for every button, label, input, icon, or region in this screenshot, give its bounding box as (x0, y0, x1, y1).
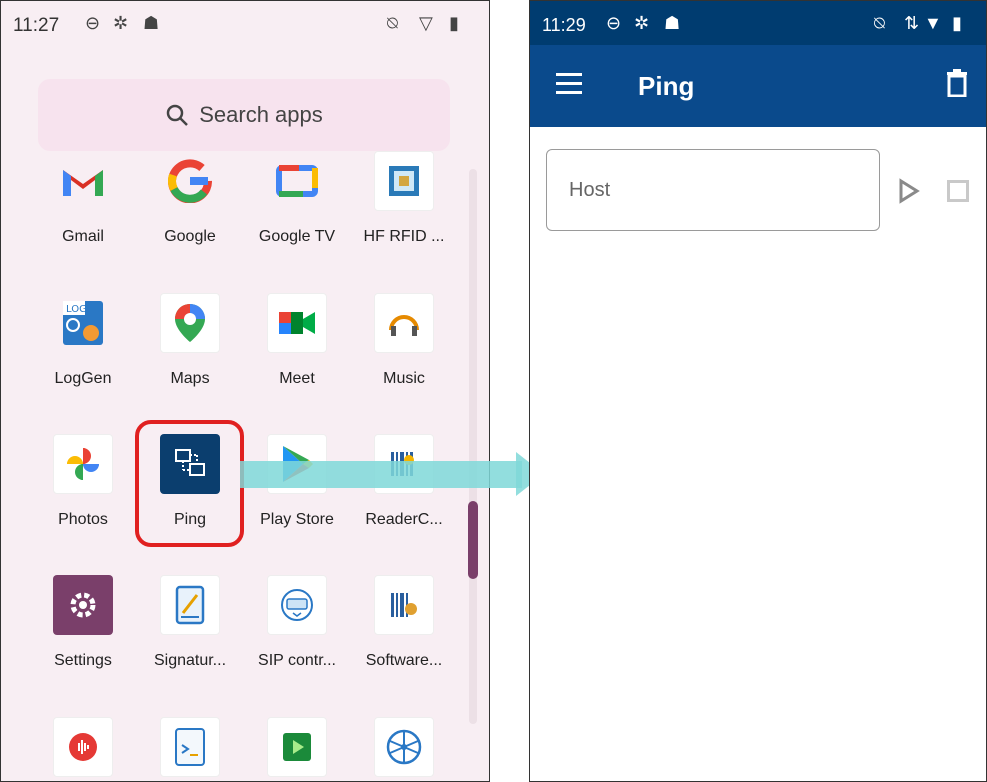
app-label: Google TV (258, 228, 336, 245)
delete-icon[interactable] (946, 69, 968, 97)
app-google-tv[interactable]: Google TV (237, 151, 357, 246)
search-apps-placeholder: Search apps (199, 102, 323, 127)
status-bar: 11:27 ⊖ ✲ ☗ ⍉ ▽ ▮ (1, 1, 489, 45)
app-label: Settings (54, 652, 112, 669)
status-time: 11:29 (542, 15, 586, 35)
battery-icon: ▮ (952, 13, 962, 33)
app-signature[interactable]: Signatur... (130, 575, 250, 670)
status-bar: 11:29 ⊖ ✲ ☗ ⍉ ⇅ ▼ ▮ (530, 1, 986, 45)
app-network-globe[interactable] (344, 717, 464, 777)
app-photos[interactable]: Photos (23, 434, 143, 529)
app-label: HF RFID ... (363, 228, 445, 245)
loggen-icon: LOG (53, 293, 113, 353)
sync-icon: ⊖ (85, 13, 101, 33)
app-media-player[interactable] (237, 717, 357, 777)
keyboard-icon (267, 575, 327, 635)
search-apps-bar[interactable]: Search apps (38, 79, 450, 151)
app-label: Music (383, 370, 425, 387)
menu-icon[interactable] (556, 73, 582, 95)
app-label: Signatur... (153, 652, 227, 669)
app-audio[interactable] (23, 717, 143, 777)
app-settings[interactable]: Settings (23, 575, 143, 670)
app-label: Photos (58, 511, 108, 528)
gear-icon: ✲ (113, 13, 129, 33)
app-terminal[interactable] (130, 717, 250, 777)
audio-wave-icon (53, 717, 113, 777)
software-barcode-icon (374, 575, 434, 635)
launcher-screen: 11:27 ⊖ ✲ ☗ ⍉ ▽ ▮ Search apps Gmail Goog… (0, 0, 490, 782)
wifi-icon: ▽ (419, 13, 433, 33)
gear-icon: ✲ (634, 13, 650, 33)
gmail-icon (53, 151, 113, 211)
app-gmail[interactable]: Gmail (23, 151, 143, 246)
app-label: Google (164, 228, 216, 245)
settings-gear-icon (53, 575, 113, 635)
google-tv-icon (267, 151, 327, 211)
mute-icon: ⍉ (874, 13, 885, 33)
app-music[interactable]: Music (344, 293, 464, 388)
headphones-icon (374, 293, 434, 353)
ping-highlight-box (135, 420, 244, 547)
transition-arrow (240, 452, 544, 496)
app-label: Software... (365, 652, 443, 669)
data-transfer-icon: ⇅ (904, 13, 920, 33)
photos-pinwheel-icon (53, 434, 113, 494)
rfid-icon (374, 151, 434, 211)
meet-camera-icon (267, 293, 327, 353)
app-label: Maps (170, 370, 210, 387)
battery-icon: ▮ (449, 13, 459, 33)
app-hf-rfid[interactable]: HF RFID ... (344, 151, 464, 246)
google-icon (160, 151, 220, 211)
app-google[interactable]: Google (130, 151, 250, 246)
host-input[interactable]: Host (546, 149, 880, 231)
media-play-icon (267, 717, 327, 777)
app-software[interactable]: Software... (344, 575, 464, 670)
terminal-icon (160, 717, 220, 777)
cloud-icon: ☗ (664, 13, 681, 33)
ping-app-screen: 11:29 ⊖ ✲ ☗ ⍉ ⇅ ▼ ▮ Ping Host (529, 0, 987, 782)
maps-pin-icon (160, 293, 220, 353)
host-placeholder: Host (569, 178, 611, 201)
search-icon (166, 104, 189, 126)
network-globe-icon (374, 717, 434, 777)
cloud-icon: ☗ (143, 13, 160, 33)
app-bar: Ping (530, 45, 986, 127)
app-label: Meet (279, 370, 315, 387)
wifi-icon: ▼ (924, 13, 942, 33)
app-label: SIP contr... (258, 652, 336, 669)
app-meet[interactable]: Meet (237, 293, 357, 388)
scrollbar-track[interactable] (469, 169, 477, 724)
app-sip-control[interactable]: SIP contr... (237, 575, 357, 670)
page-title: Ping (638, 71, 695, 101)
svg-text:LOG: LOG (66, 304, 87, 315)
app-loggen[interactable]: LOG LogGen (23, 293, 143, 388)
stop-icon[interactable] (947, 180, 969, 202)
status-time: 11:27 (13, 15, 60, 36)
signature-pen-icon (160, 575, 220, 635)
play-icon[interactable] (898, 178, 920, 204)
app-label: LogGen (54, 370, 112, 387)
app-maps[interactable]: Maps (130, 293, 250, 388)
sync-icon: ⊖ (606, 13, 622, 33)
mute-icon: ⍉ (387, 13, 398, 33)
app-label: Gmail (62, 228, 104, 245)
